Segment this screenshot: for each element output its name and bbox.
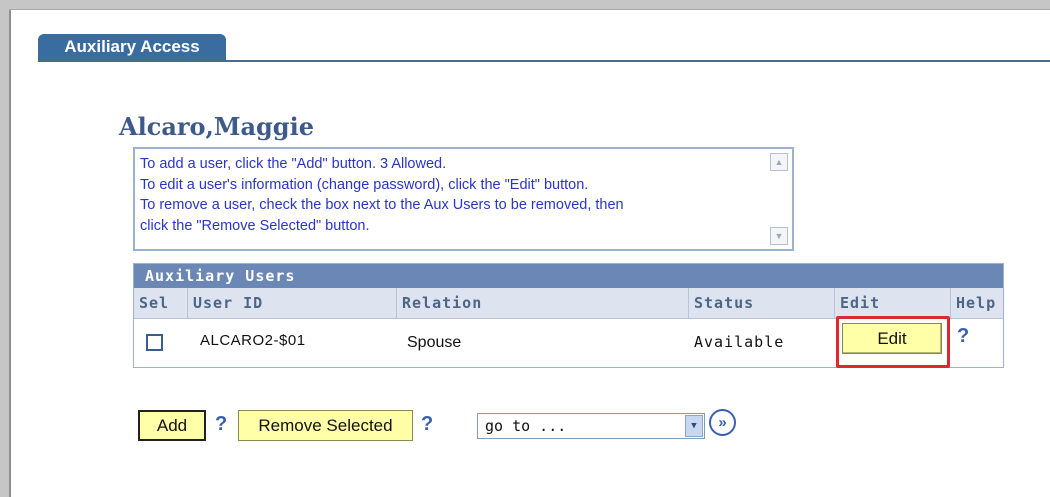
edit-button[interactable]: Edit — [842, 323, 942, 354]
goto-value: go to ... — [485, 417, 567, 435]
window-frame-left — [0, 9, 9, 497]
column-header-sel: Sel — [134, 288, 188, 318]
instruction-line: click the "Remove Selected" button. — [140, 217, 370, 234]
chevron-down-icon[interactable]: ▼ — [685, 415, 703, 437]
go-arrow-icon[interactable]: » — [709, 409, 736, 436]
instructions-scrollbar[interactable]: ▲ ▼ — [770, 153, 788, 245]
page-title: Alcaro,Maggie — [119, 112, 314, 141]
instructions-box[interactable]: To add a user, click the "Add" button. 3… — [133, 147, 794, 251]
status-value: Available — [694, 333, 785, 351]
goto-dropdown[interactable]: go to ... ▼ — [477, 413, 705, 439]
instruction-line: To remove a user, check the box next to … — [140, 197, 624, 213]
column-header-help: Help — [956, 294, 997, 312]
relation-field[interactable]: Spouse — [403, 332, 503, 354]
scroll-down-icon[interactable]: ▼ — [770, 227, 788, 245]
instruction-line: To edit a user's information (change pas… — [140, 176, 589, 193]
column-header-edit: Edit — [835, 288, 951, 318]
instruction-line: To add a user, click the "Add" button. 3… — [140, 156, 447, 172]
window-frame-top-edge — [9, 9, 1050, 10]
window-frame-left-edge — [9, 9, 11, 497]
instructions-text: To add a user, click the "Add" button. 3… — [140, 154, 770, 236]
column-header-status: Status — [689, 288, 835, 318]
row-select-checkbox[interactable] — [146, 334, 163, 351]
scroll-up-icon[interactable]: ▲ — [770, 153, 788, 171]
remove-selected-button[interactable]: Remove Selected — [238, 410, 413, 441]
add-help-icon[interactable]: ? — [215, 413, 227, 436]
tab-divider — [38, 60, 1050, 62]
column-header-relation: Relation — [397, 288, 689, 318]
table-row: ALCARO2-$01 Spouse Available Edit ? — [134, 316, 1003, 368]
column-header-user-id: User ID — [188, 288, 397, 318]
grid-header-row: Sel User ID Relation Status Edit Help — [134, 288, 1003, 319]
remove-help-icon[interactable]: ? — [421, 413, 433, 436]
tab-auxiliary-access[interactable]: Auxiliary Access — [38, 34, 226, 60]
add-button[interactable]: Add — [138, 410, 206, 441]
help-icon[interactable]: ? — [957, 325, 969, 348]
auxiliary-users-grid: Auxiliary Users Sel User ID Relation Sta… — [133, 263, 1004, 368]
window-frame-top — [0, 0, 1050, 9]
grid-title: Auxiliary Users — [134, 264, 1003, 288]
user-id-value: ALCARO2-$01 — [200, 332, 306, 349]
